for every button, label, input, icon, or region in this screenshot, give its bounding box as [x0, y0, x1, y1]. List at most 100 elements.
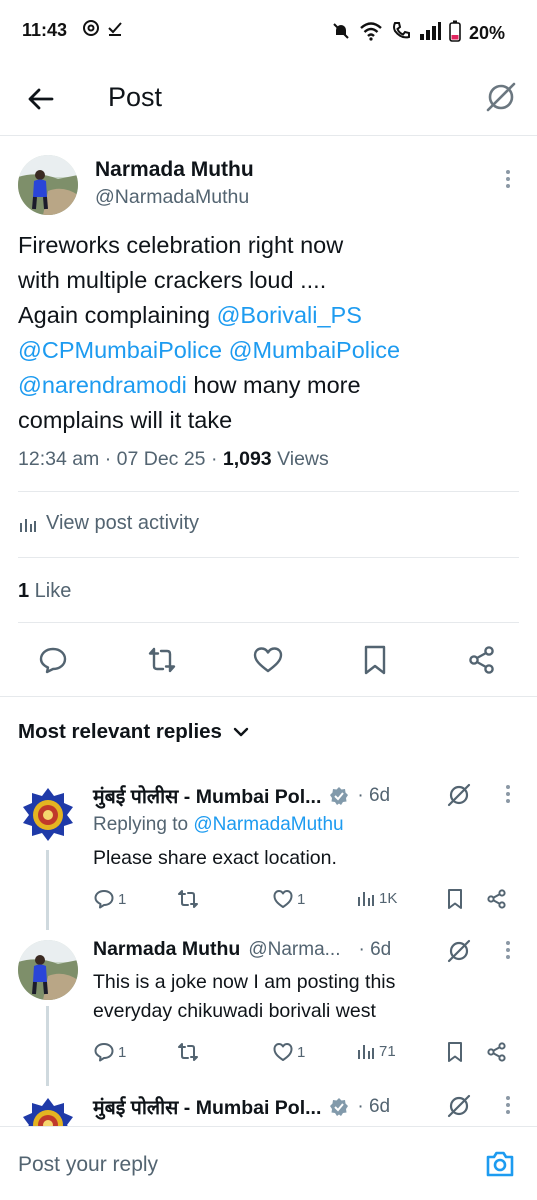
- reply-item[interactable]: मुंबई पोलीस - Mumbai Pol... · 6d: [0, 1093, 537, 1127]
- bookmark-button[interactable]: [355, 640, 395, 680]
- download-check-icon: [106, 19, 124, 42]
- reply-text: Please share exact location.: [93, 847, 337, 869]
- comment-icon: [39, 647, 67, 674]
- grok-icon: [447, 783, 471, 807]
- reply-comment-button[interactable]: 1: [93, 1041, 126, 1063]
- comment-icon: [94, 890, 114, 909]
- grok-button[interactable]: [446, 1093, 472, 1124]
- mention-link[interactable]: @narendramodi: [18, 372, 187, 398]
- reply-item[interactable]: Narmada Muthu @Narma... · 6d This is a j…: [0, 938, 537, 1078]
- repost-icon: [178, 1043, 198, 1061]
- view-post-activity[interactable]: View post activity: [18, 512, 199, 535]
- author-name[interactable]: Narmada Muthu: [95, 158, 254, 182]
- grok-button[interactable]: [446, 782, 472, 813]
- divider: [18, 491, 519, 492]
- reply-share-button[interactable]: [486, 1041, 508, 1063]
- back-button[interactable]: [24, 82, 60, 118]
- share-button[interactable]: [462, 640, 502, 680]
- top-nav: Post: [0, 62, 537, 136]
- status-time: 11:43: [22, 20, 68, 40]
- reply-views-button[interactable]: 71: [356, 1041, 396, 1061]
- reply-author-name[interactable]: मुंबई पोलीस - Mumbai Pol...: [93, 1093, 321, 1120]
- verified-badge-icon: [330, 786, 349, 805]
- repost-icon: [178, 890, 198, 908]
- post-text: Fireworks celebration right now with mul…: [18, 232, 401, 433]
- camera-button[interactable]: [484, 1149, 516, 1184]
- verified-badge-icon: [330, 1097, 349, 1116]
- post-meta: 12:34 am · 07 Dec 25 · 1,093 Views: [18, 448, 329, 470]
- more-vertical-icon: [506, 170, 510, 188]
- mute-icon: [331, 21, 351, 46]
- reply-time: · 6d: [357, 784, 391, 806]
- post-timestamp: 12:34 am · 07 Dec 25 ·: [18, 448, 223, 470]
- reply-like-button[interactable]: 1: [272, 888, 305, 910]
- reply-repost-button[interactable]: [176, 1041, 203, 1063]
- replies-sort-dropdown[interactable]: Most relevant replies: [18, 720, 250, 744]
- like-button[interactable]: [248, 640, 288, 680]
- reply-author-name[interactable]: मुंबई पोलीस - Mumbai Pol...: [93, 782, 321, 809]
- divider: [0, 696, 537, 697]
- compose-bar: Post your reply: [0, 1126, 537, 1200]
- analytics-icon: [20, 518, 36, 532]
- bookmark-icon: [364, 645, 386, 675]
- signal-icon: [419, 21, 441, 46]
- grok-button[interactable]: [446, 938, 472, 969]
- comment-icon: [94, 1043, 114, 1062]
- share-icon: [487, 889, 506, 909]
- reply-item[interactable]: मुंबई पोलीस - Mumbai Pol... · 6d Replyin…: [0, 782, 537, 922]
- reply-views-button[interactable]: 1K: [356, 888, 397, 908]
- more-vertical-icon: [506, 941, 510, 959]
- mention-link[interactable]: @Borivali_PS: [217, 302, 362, 328]
- reply-more-button[interactable]: [498, 782, 518, 813]
- bookmark-icon: [448, 889, 462, 909]
- grok-icon: [447, 939, 471, 963]
- views-count: 1,093: [222, 448, 272, 470]
- reply-more-button[interactable]: [498, 1093, 518, 1124]
- reply-like-button[interactable]: 1: [272, 1041, 305, 1063]
- grok-button[interactable]: [484, 80, 520, 116]
- reply-author-name[interactable]: Narmada Muthu: [93, 938, 240, 961]
- author-avatar[interactable]: [18, 155, 78, 215]
- reply-comment-button[interactable]: 1: [93, 888, 126, 910]
- mention-link[interactable]: @MumbaiPolice: [229, 337, 400, 363]
- reply-input[interactable]: Post your reply: [18, 1153, 158, 1177]
- chevron-down-icon: [233, 727, 249, 737]
- more-vertical-icon: [506, 785, 510, 803]
- reply-share-button[interactable]: [486, 888, 508, 910]
- back-arrow-icon: [28, 88, 54, 110]
- battery-percent: 20%: [468, 23, 505, 43]
- camera-icon: [486, 1151, 514, 1177]
- post-more-button[interactable]: [498, 166, 518, 194]
- more-vertical-icon: [506, 1096, 510, 1114]
- likes-summary[interactable]: 1 Like: [18, 580, 71, 603]
- replying-to-link[interactable]: @NarmadaMuthu: [193, 814, 343, 835]
- bookmark-icon: [448, 1042, 462, 1062]
- divider: [18, 622, 519, 623]
- reply-time: · 6d: [358, 938, 392, 960]
- reply-more-button[interactable]: [498, 938, 518, 969]
- likes-count: 1: [18, 580, 30, 602]
- share-icon: [487, 1042, 506, 1062]
- repost-button[interactable]: [142, 640, 182, 680]
- battery-icon: [449, 20, 461, 47]
- heart-icon: [253, 647, 283, 673]
- page-title: Post: [108, 82, 163, 112]
- post-actions: [0, 640, 537, 680]
- reply-repost-button[interactable]: [176, 888, 203, 910]
- reply-button[interactable]: [33, 640, 73, 680]
- divider: [18, 557, 519, 558]
- reply-time: · 6d: [357, 1095, 391, 1117]
- reply-author-handle[interactable]: @Narma...: [248, 939, 340, 961]
- author-handle[interactable]: @NarmadaMuthu: [95, 186, 249, 209]
- reply-bookmark-button[interactable]: [445, 888, 465, 910]
- heart-icon: [273, 1043, 293, 1061]
- share-icon: [469, 646, 494, 674]
- heart-icon: [273, 890, 293, 908]
- mention-link[interactable]: @CPMumbaiPolice: [18, 337, 222, 363]
- analytics-icon: [358, 892, 374, 906]
- reply-bookmark-button[interactable]: [445, 1041, 465, 1063]
- reply-text: This is a joke now I am posting this eve…: [93, 971, 396, 1022]
- grok-icon: [447, 1094, 471, 1118]
- call-icon: [391, 21, 411, 46]
- threads-icon: [82, 19, 100, 42]
